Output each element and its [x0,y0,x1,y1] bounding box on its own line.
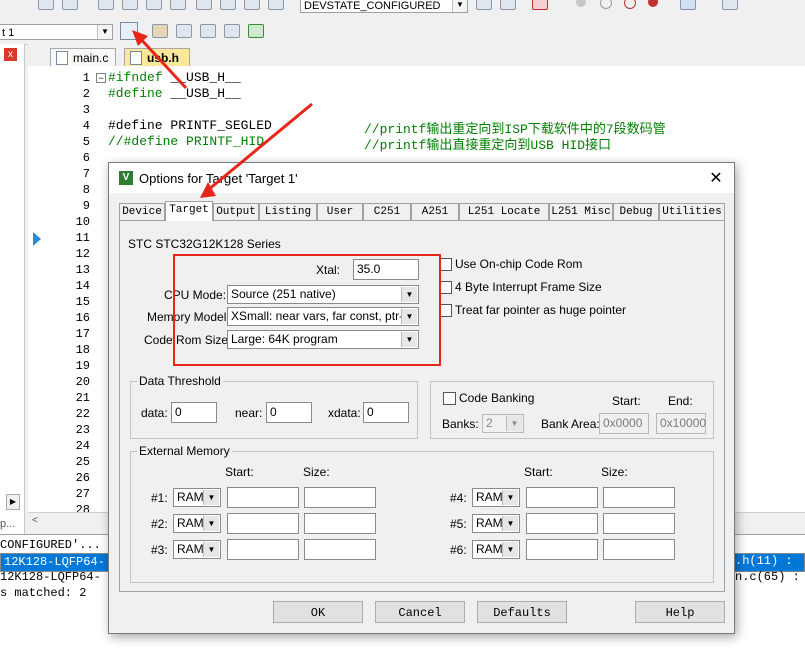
annotation-arrow-tab [207,102,313,192]
annotation-arrows [132,30,313,198]
annotation-arrow-toolbar [136,34,188,90]
tab-target[interactable]: Target [165,201,213,221]
